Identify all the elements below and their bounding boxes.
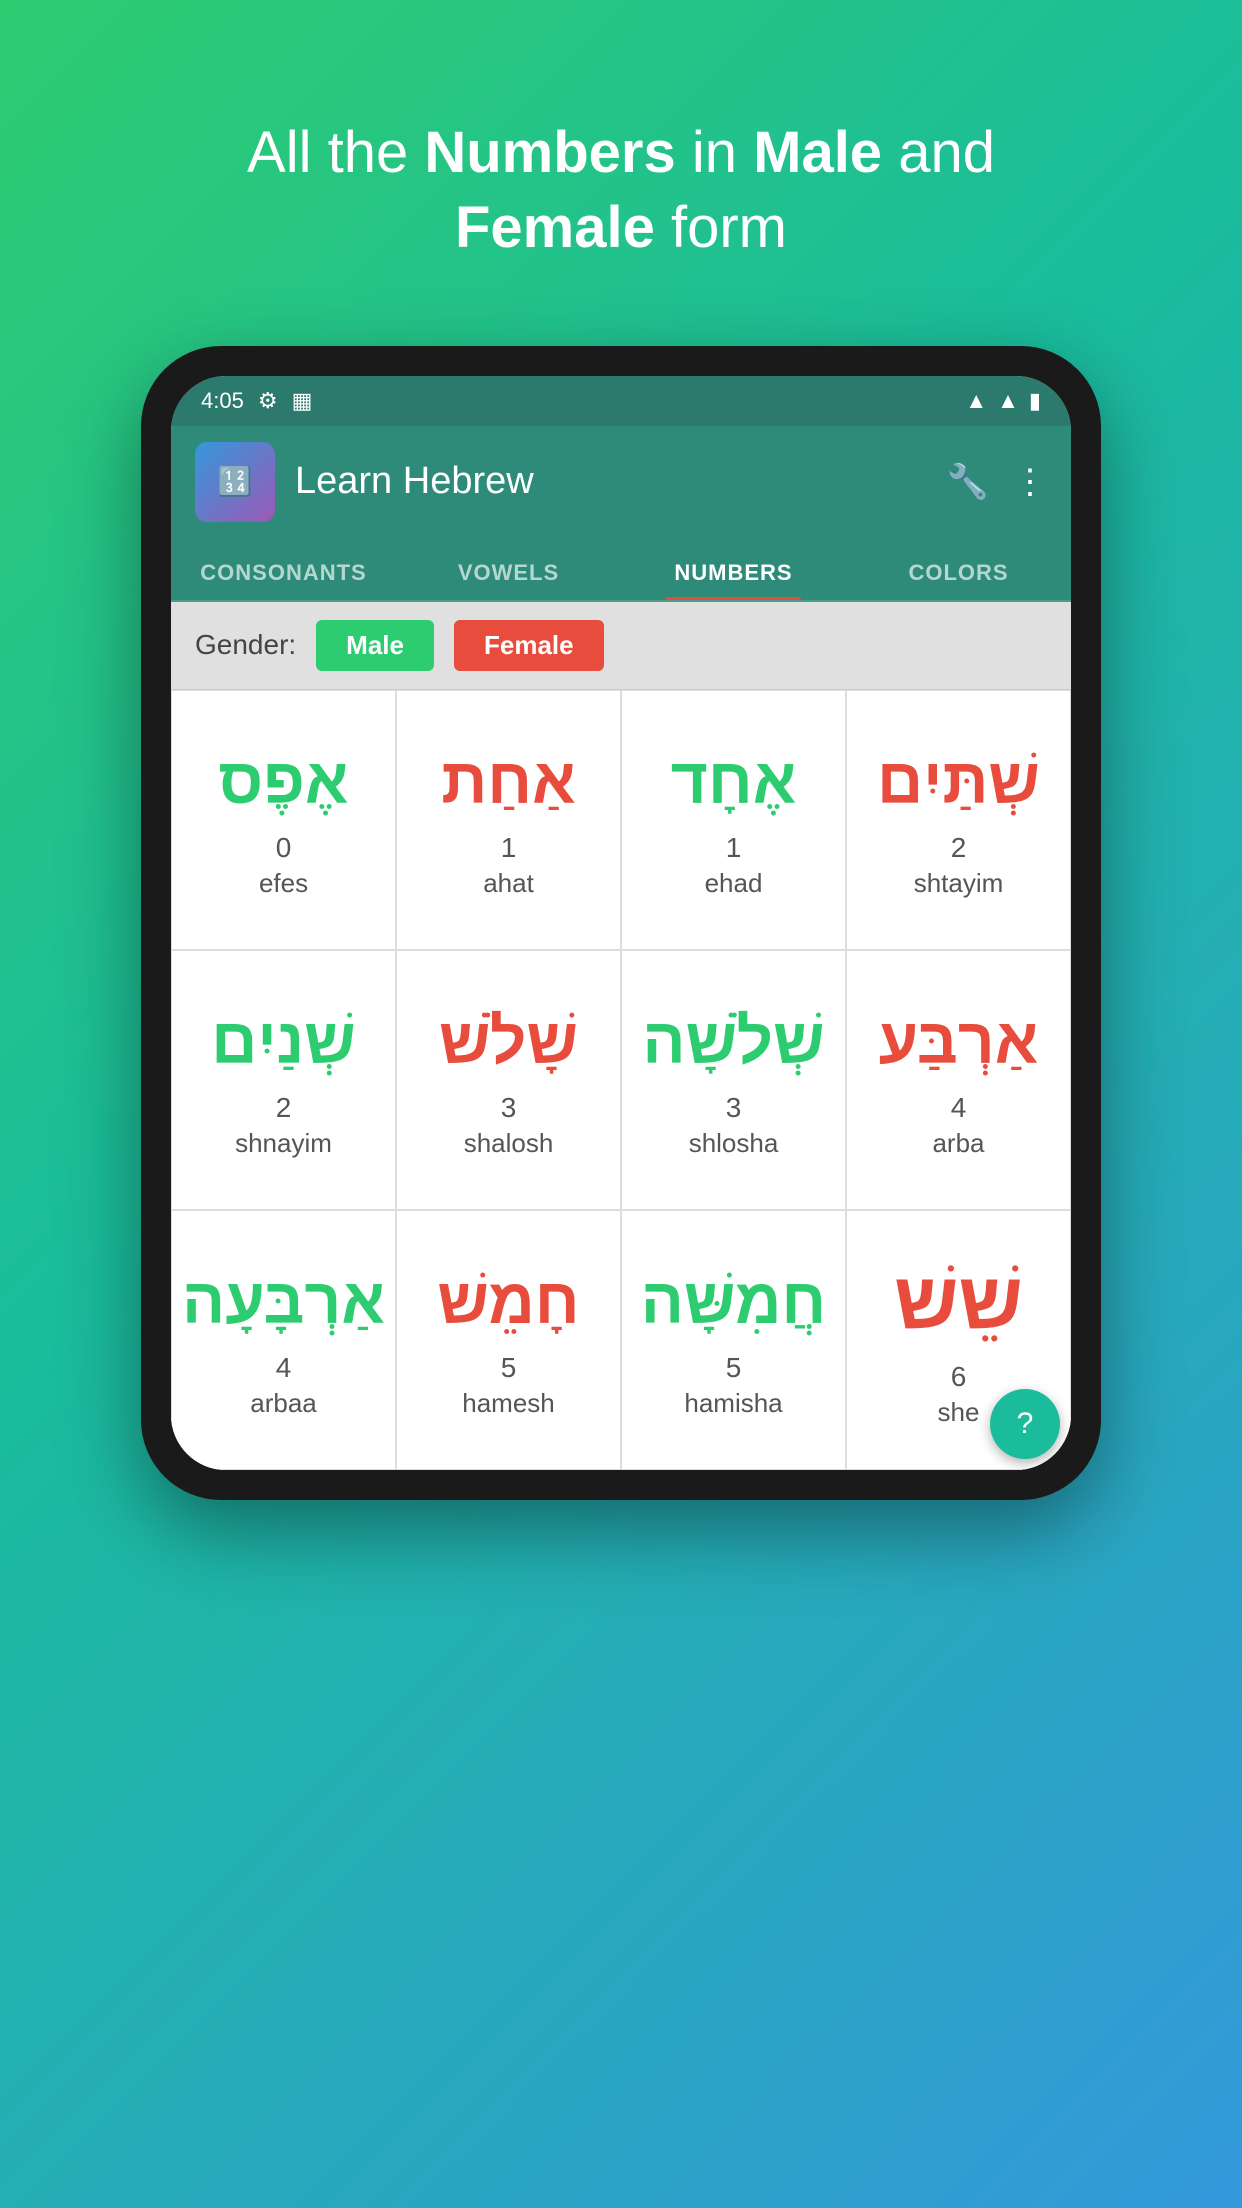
number-value: 1 — [726, 832, 742, 864]
female-button[interactable]: Female — [454, 620, 604, 671]
tab-numbers[interactable]: NUMBERS — [621, 538, 846, 600]
hebrew-text: חֲמִשָּׁה — [641, 1263, 826, 1340]
phone-frame: 4:05 ⚙ ▦ ▲ ▲ ▮ 🔢 Learn Hebrew 🔧 ⋮ — [141, 346, 1101, 1500]
list-item[interactable]: אַרְבָּעָה 4 arbaa — [171, 1210, 396, 1470]
hebrew-text: אֶחָד — [671, 743, 797, 820]
tab-consonants[interactable]: CONSONANTS — [171, 538, 396, 600]
app-title: Learn Hebrew — [295, 460, 927, 503]
number-value: 5 — [501, 1352, 517, 1384]
number-value: 3 — [501, 1092, 517, 1124]
list-item[interactable]: אַרְבַּע 4 arba — [846, 950, 1071, 1210]
tab-bar: CONSONANTS VOWELS NUMBERS COLORS — [171, 538, 1071, 602]
app-icon: 🔢 — [195, 442, 275, 522]
list-item[interactable]: חָמֵשׁ 5 hamesh — [396, 1210, 621, 1470]
numbers-grid-wrapper: אֶפֶס 0 efes אַחַת 1 ahat אֶחָד 1 ehad — [171, 690, 1071, 1470]
settings-icon: ⚙ — [258, 388, 278, 414]
time-display: 4:05 — [201, 388, 244, 414]
hebrew-text: חָמֵשׁ — [437, 1263, 579, 1340]
transliteration: shtayim — [914, 868, 1004, 899]
gender-label: Gender: — [195, 629, 296, 661]
help-fab[interactable]: ? — [990, 1389, 1060, 1459]
transliteration: arbaa — [250, 1388, 317, 1419]
number-value: 5 — [726, 1352, 742, 1384]
hebrew-text: שְׁנַיִם — [211, 1003, 356, 1080]
number-value: 2 — [951, 832, 967, 864]
male-button[interactable]: Male — [316, 620, 434, 671]
transliteration: efes — [259, 868, 308, 899]
number-value: 0 — [276, 832, 292, 864]
list-item[interactable]: שְׁנַיִם 2 shnayim — [171, 950, 396, 1210]
transliteration: arba — [932, 1128, 984, 1159]
wrench-icon[interactable]: 🔧 — [947, 462, 989, 502]
transliteration: shnayim — [235, 1128, 332, 1159]
hebrew-text: אֶפֶס — [218, 743, 348, 820]
list-item[interactable]: שְׁלֹשָׁה 3 shlosha — [621, 950, 846, 1210]
transliteration: shlosha — [689, 1128, 779, 1159]
transliteration: she — [938, 1397, 980, 1428]
transliteration: ahat — [483, 868, 534, 899]
tab-colors[interactable]: COLORS — [846, 538, 1071, 600]
list-item[interactable]: אֶחָד 1 ehad — [621, 690, 846, 950]
hebrew-text: אַרְבַּע — [879, 1003, 1039, 1080]
hebrew-text: שְׁלֹשָׁה — [642, 1003, 824, 1080]
number-value: 3 — [726, 1092, 742, 1124]
signal-icon: ▲ — [997, 388, 1019, 414]
hebrew-text: שָׁלֹשׁ — [439, 1003, 578, 1080]
hero-text: All the Numbers in Male and Female form — [167, 55, 1075, 306]
gender-bar: Gender: Male Female — [171, 602, 1071, 690]
hebrew-text: אַחַת — [441, 743, 575, 820]
list-item[interactable]: שְׁתַּיִם 2 shtayim — [846, 690, 1071, 950]
list-item[interactable]: שֵׁשׁ 6 she ? — [846, 1210, 1071, 1470]
number-value: 1 — [501, 832, 517, 864]
list-item[interactable]: אֶפֶס 0 efes — [171, 690, 396, 950]
wifi-icon: ▲ — [965, 388, 987, 414]
list-item[interactable]: אַחַת 1 ahat — [396, 690, 621, 950]
number-value: 4 — [276, 1352, 292, 1384]
transliteration: hamisha — [684, 1388, 782, 1419]
list-item[interactable]: חֲמִשָּׁה 5 hamisha — [621, 1210, 846, 1470]
numbers-grid: אֶפֶס 0 efes אַחַת 1 ahat אֶחָד 1 ehad — [171, 690, 1071, 1470]
status-bar: 4:05 ⚙ ▦ ▲ ▲ ▮ — [171, 376, 1071, 426]
content-area: Gender: Male Female אֶפֶס 0 efes אַחַת 1 — [171, 602, 1071, 1470]
number-value: 6 — [951, 1361, 967, 1393]
phone-screen: 4:05 ⚙ ▦ ▲ ▲ ▮ 🔢 Learn Hebrew 🔧 ⋮ — [171, 376, 1071, 1470]
hebrew-text: אַרְבָּעָה — [182, 1263, 385, 1340]
transliteration: shalosh — [464, 1128, 554, 1159]
hero-section: All the Numbers in Male and Female form — [87, 0, 1155, 336]
more-menu-icon[interactable]: ⋮ — [1013, 462, 1047, 502]
app-bar: 🔢 Learn Hebrew 🔧 ⋮ — [171, 426, 1071, 538]
battery-icon: ▮ — [1029, 388, 1041, 414]
hebrew-text: שְׁתַּיִם — [877, 743, 1040, 820]
list-item[interactable]: שָׁלֹשׁ 3 shalosh — [396, 950, 621, 1210]
number-value: 2 — [276, 1092, 292, 1124]
transliteration: hamesh — [462, 1388, 555, 1419]
sim-icon: ▦ — [292, 388, 313, 414]
hebrew-text: שֵׁשׁ — [894, 1253, 1023, 1349]
transliteration: ehad — [705, 868, 763, 899]
tab-vowels[interactable]: VOWELS — [396, 538, 621, 600]
number-value: 4 — [951, 1092, 967, 1124]
question-icon: ? — [1017, 1407, 1034, 1441]
